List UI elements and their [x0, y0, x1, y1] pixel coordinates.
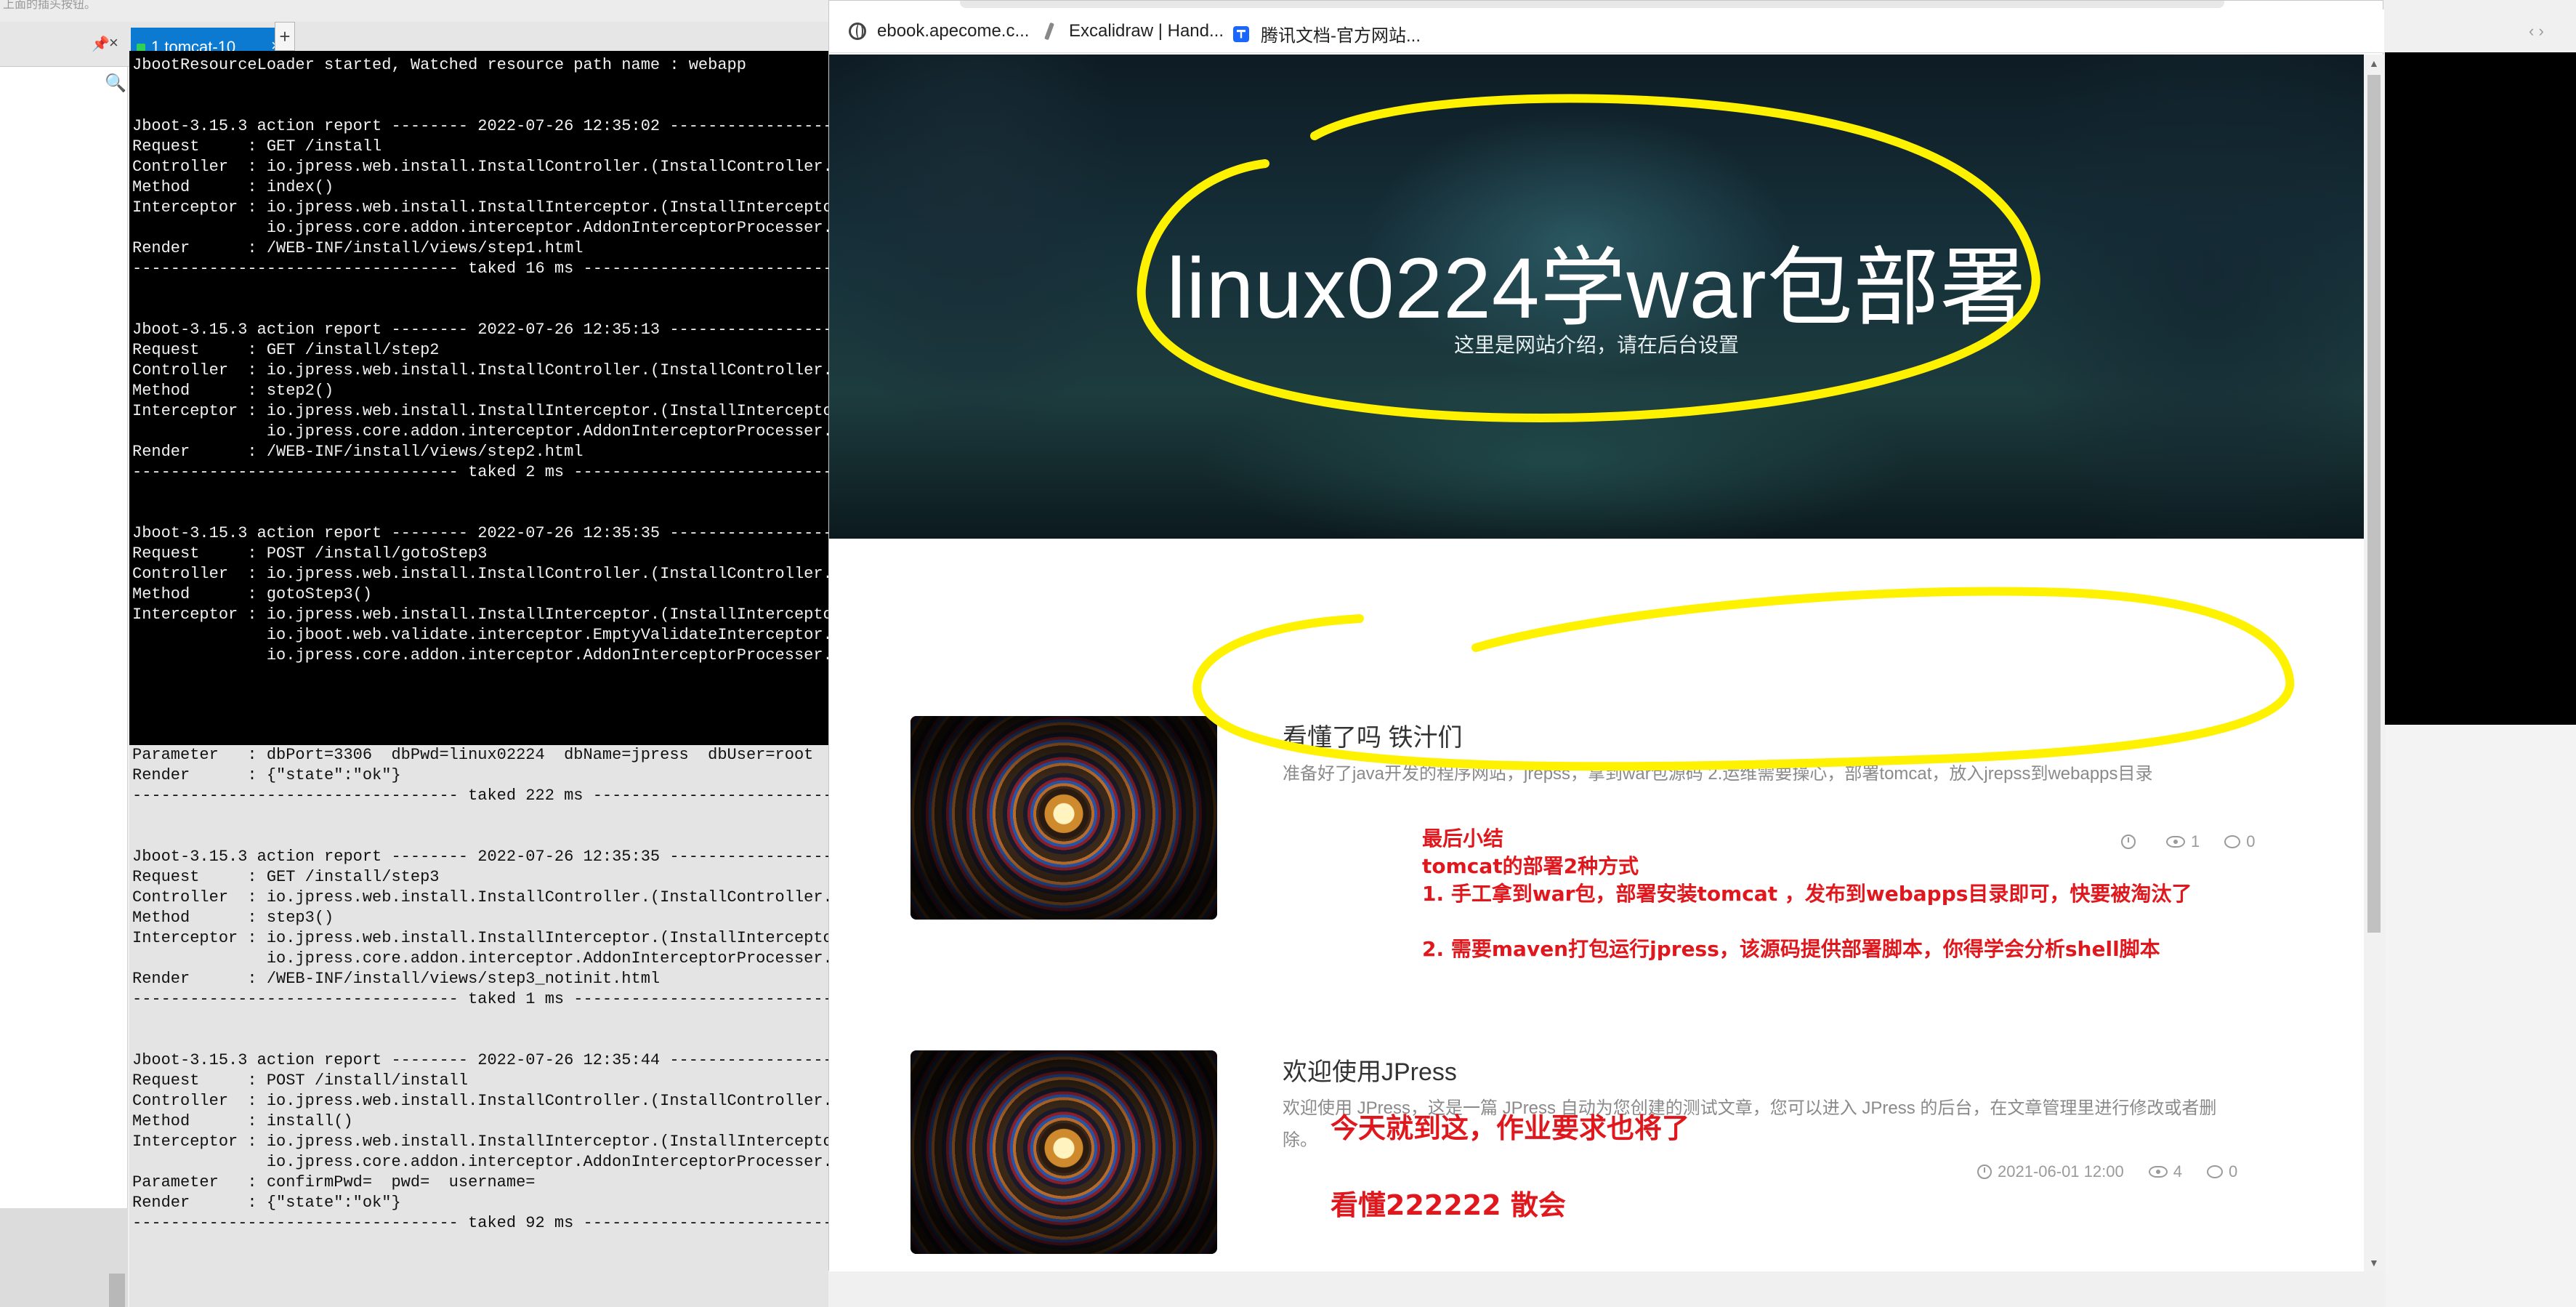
- toolbar-hint: 上面的插头按钮。: [3, 0, 97, 11]
- bookmark-tencent-docs[interactable]: 腾讯文档-官方网站...: [1232, 21, 1421, 47]
- browser-window: ebook.apecome.c... Excalidraw | Hand... …: [828, 0, 2384, 1271]
- article-summary: 准备好了java开发的程序网站，jrepss，拿到war包源码 2.运维需要操心…: [1283, 764, 2153, 784]
- globe-icon: [848, 22, 867, 41]
- background-terminal-edge: [2385, 52, 2576, 725]
- tencent-docs-icon: [1232, 25, 1251, 44]
- bye-note: 看懂222222 散会: [1331, 1189, 1566, 1221]
- comments-count: 0: [2224, 832, 2256, 851]
- site-header-banner: linux0224学war包部署 这里是网站介绍，请在后台设置: [829, 55, 2364, 539]
- note-line: 最后小结: [1422, 827, 1504, 850]
- new-tab-button[interactable]: +: [275, 22, 295, 51]
- nav-arrows-icon[interactable]: ‹ ›: [2529, 22, 2544, 41]
- scrollbar-thumb[interactable]: [2367, 75, 2381, 933]
- page-scrollbar[interactable]: ▲ ▼: [2364, 55, 2384, 1271]
- note-line: tomcat的部署2种方式: [1422, 854, 1639, 878]
- site-title[interactable]: linux0224学war包部署: [829, 218, 2364, 342]
- article-title[interactable]: 欢迎使用JPress: [1283, 1052, 1457, 1087]
- ide-toolbar: 上面的插头按钮。: [0, 0, 828, 22]
- close-panel-button[interactable]: ×: [109, 33, 118, 52]
- today-note: 今天就到这，作业要求也将了: [1331, 1112, 1690, 1144]
- terminal-output[interactable]: JbootResourceLoader started, Watched res…: [129, 51, 828, 745]
- article-date: 2021-06-01 12:00: [1977, 1162, 2124, 1181]
- pin-icon[interactable]: 📌: [92, 35, 110, 53]
- search-icon[interactable]: 🔍: [105, 73, 126, 94]
- site-subtitle: 这里是网站介绍，请在后台设置: [1453, 334, 1739, 356]
- comment-icon: [2224, 835, 2241, 848]
- bookmark-excalidraw[interactable]: Excalidraw | Hand...: [1040, 21, 1224, 41]
- eye-icon: [2148, 1166, 2168, 1178]
- terminal-selected-log: Parameter : dbPort=3306 dbPwd=linux02224…: [132, 746, 862, 1232]
- background-panel-edge: [2385, 725, 2576, 1307]
- address-bar[interactable]: [960, 1, 2224, 8]
- scroll-up-icon[interactable]: ▲: [2369, 57, 2379, 69]
- scroll-down-icon[interactable]: ▼: [2369, 1257, 2379, 1268]
- bookmarks-bar: ebook.apecome.c... Excalidraw | Hand... …: [829, 9, 2384, 53]
- excalidraw-icon: [1040, 22, 1059, 41]
- article-title[interactable]: 看懂了吗 铁汁们: [1283, 717, 1462, 753]
- summary-note: 最后小结 tomcat的部署2种方式 1. 手工拿到war包，部署安装tomca…: [1422, 825, 2192, 963]
- terminal-selection[interactable]: Parameter : dbPort=3306 dbPwd=linux02224…: [129, 745, 862, 1307]
- views-count: 4: [2148, 1162, 2182, 1181]
- bookmark-label: Excalidraw | Hand...: [1069, 21, 1224, 41]
- bookmark-ebook[interactable]: ebook.apecome.c...: [848, 21, 1029, 41]
- note-line: [1422, 908, 2192, 936]
- terminal-log: JbootResourceLoader started, Watched res…: [132, 56, 828, 664]
- sidebar-scrollbar[interactable]: [109, 1274, 125, 1307]
- note-line: 2. 需要maven打包运行jpress，该源码提供部署脚本，你得学会分析she…: [1422, 937, 2160, 961]
- comments-count: 0: [2206, 1162, 2237, 1181]
- article-thumbnail[interactable]: [911, 1050, 1217, 1254]
- sidebar-lower-pane: [0, 1208, 128, 1307]
- bookmark-label: 腾讯文档-官方网站...: [1261, 26, 1421, 46]
- clock-icon: [1977, 1165, 1992, 1179]
- comment-icon: [2206, 1165, 2223, 1178]
- session-sidebar: 🔍: [0, 67, 128, 1307]
- bookmark-label: ebook.apecome.c...: [877, 21, 1030, 41]
- desktop: 上面的插头按钮。 📌 × 1 tomcat-10 × + 🔍 JbootReso…: [0, 0, 2576, 1307]
- note-line: 1. 手工拿到war包，部署安装tomcat ，发布到webapps目录即可，快…: [1422, 882, 2192, 906]
- article-meta: 2021-06-01 12:00 4 0: [1953, 1162, 2237, 1181]
- page-viewport: linux0224学war包部署 这里是网站介绍，请在后台设置 看懂了吗 铁汁们…: [829, 55, 2364, 1271]
